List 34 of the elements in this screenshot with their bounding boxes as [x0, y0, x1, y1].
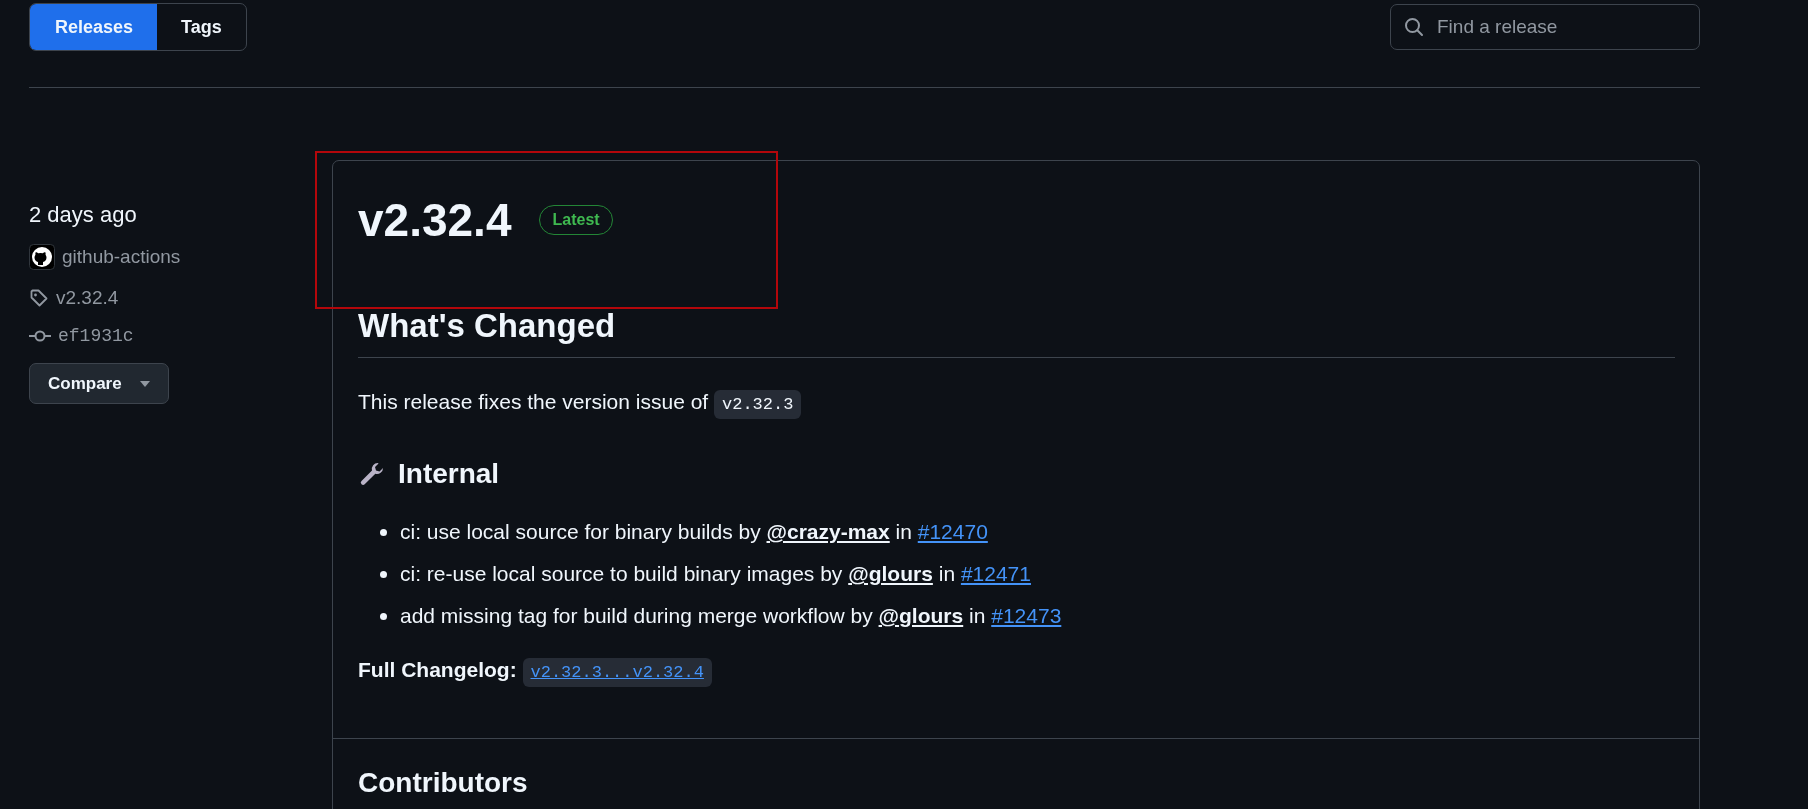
- change-item: ci: use local source for binary builds by @crazy-max in #12470: [400, 520, 988, 544]
- pull-request-link[interactable]: #12473: [991, 604, 1062, 627]
- user-link[interactable]: @glours: [878, 604, 964, 627]
- change-item: add missing tag for build during merge workflow by @glours in #12473: [400, 604, 1062, 628]
- subsection-heading: Internal: [398, 458, 500, 490]
- inline-code: v2.32.3: [714, 390, 802, 419]
- change-item: ci: re-use local source to build binary images by @glours in #12471: [400, 562, 1031, 586]
- caret-icon: [139, 380, 150, 387]
- bullet-icon: [380, 528, 387, 536]
- bullet-icon: [380, 612, 387, 620]
- avatar-icon[interactable]: [29, 244, 55, 270]
- bullet-icon: [380, 570, 387, 578]
- pull-request-link[interactable]: #12470: [917, 520, 988, 543]
- section-heading: What's Changed: [358, 307, 1675, 358]
- tag-link[interactable]: v2.32.4: [56, 287, 119, 309]
- changelog-link[interactable]: v2.32.3...v2.32.4: [522, 658, 712, 687]
- search-field[interactable]: Find a release: [1390, 4, 1700, 50]
- intro-text: This release fixes the version issue of: [358, 390, 709, 413]
- compare-button[interactable]: Compare: [29, 363, 169, 404]
- commit-icon: [29, 329, 51, 343]
- contributors-heading: Contributors: [358, 767, 529, 799]
- release-time: 2 days ago: [29, 202, 138, 228]
- tag-icon: [29, 288, 49, 308]
- author-link[interactable]: github-actions: [62, 246, 181, 268]
- tab[interactable]: Tags: [157, 4, 246, 50]
- release-title[interactable]: v2.32.4: [358, 193, 512, 247]
- wrench-icon: [358, 460, 386, 488]
- changelog-label: Full Changelog:: [358, 658, 517, 681]
- pull-request-link[interactable]: #12471: [960, 562, 1031, 585]
- commit-link[interactable]: ef1931c: [58, 326, 134, 346]
- user-link[interactable]: @crazy-max: [766, 520, 890, 543]
- user-link[interactable]: @glours: [848, 562, 933, 585]
- search-icon: [1404, 17, 1424, 37]
- tab[interactable]: Releases: [30, 4, 158, 50]
